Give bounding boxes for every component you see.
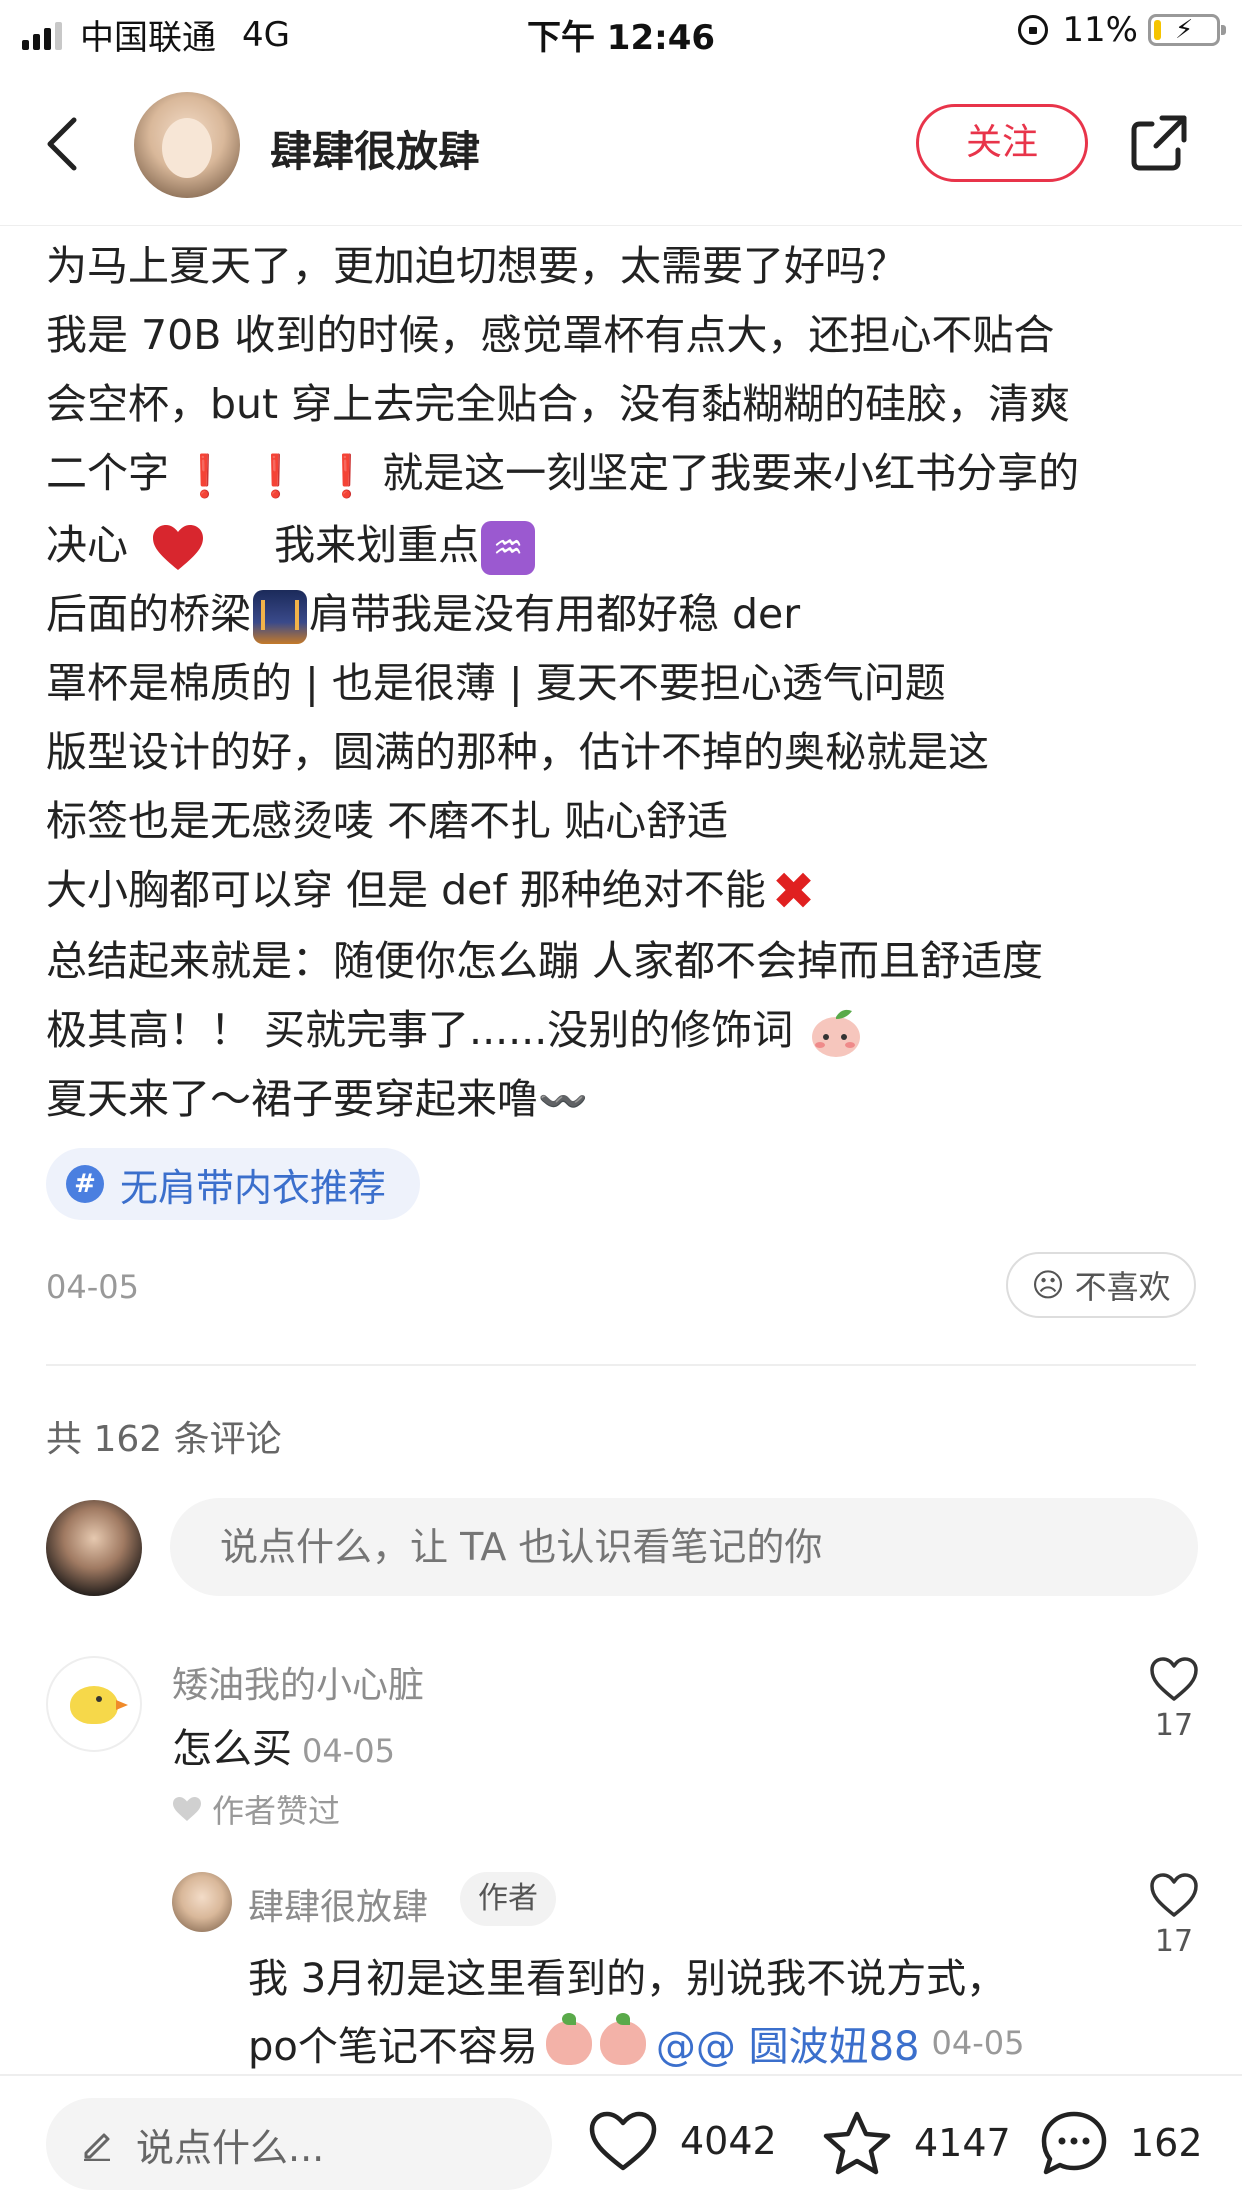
- comment-button[interactable]: 162: [1040, 2110, 1203, 2176]
- body-line: 极其高！！ 买就完事了......没别的修饰词: [46, 996, 1206, 1065]
- reply-body: po个笔记不容易: [248, 2024, 538, 2070]
- reply-like-count: 17: [1154, 1924, 1194, 1959]
- comment-date: 04-05: [302, 1732, 395, 1770]
- collect-button[interactable]: 4147: [822, 2110, 1011, 2176]
- body-line: 大小胸都可以穿 但是 def 那种绝对不能 ✖: [46, 856, 1206, 928]
- my-avatar: [46, 1500, 142, 1596]
- hashtag-label: 无肩带内衣推荐: [120, 1165, 387, 1210]
- reply-author-avatar[interactable]: [172, 1872, 232, 1932]
- reply-like-button[interactable]: 17: [1134, 1872, 1214, 1959]
- body-text: 夏天来了～裙子要穿起来噜: [46, 1075, 538, 1123]
- liked-by-author-badge: 作者赞过: [172, 1786, 340, 1832]
- dislike-button[interactable]: ☹ 不喜欢: [1006, 1252, 1196, 1318]
- speech-bubble-icon: [1041, 2111, 1107, 2175]
- pencil-icon: [84, 2133, 110, 2161]
- body-text: 极其高！！ 买就完事了......没别的修饰词: [46, 1006, 794, 1054]
- aquarius-emoji-icon: ♒: [481, 520, 536, 575]
- body-line: 后面的桥梁 肩带我是没有用都好稳 der: [46, 580, 1206, 649]
- body-text: 后面的桥梁: [46, 589, 251, 638]
- bottom-comment-input[interactable]: 说点什么...: [46, 2098, 552, 2190]
- sad-face-icon: ☹: [1031, 1266, 1065, 1304]
- battery-icon: ⚡: [1148, 14, 1226, 46]
- star-outline-icon: [823, 2111, 891, 2175]
- comment-like-button[interactable]: 17: [1134, 1656, 1214, 1743]
- body-line: 标签也是无感烫唛 不磨不扎 贴心舒适: [46, 796, 729, 845]
- comment-body: 怎么买: [172, 1726, 292, 1772]
- battery-fill: [1154, 20, 1161, 40]
- mention-link[interactable]: @@ 圆波妞88: [656, 2014, 920, 2072]
- body-line: 罩杯是棉质的 | 也是很薄 | 夏天不要担心透气问题: [46, 658, 946, 707]
- divider: [46, 1364, 1196, 1366]
- note-header: 肆肆很放肆 关注: [0, 66, 1242, 226]
- exclamation-emoji-icon: ❗: [179, 451, 231, 500]
- body-text: 大小胸都可以穿 但是 def 那种绝对不能: [46, 865, 766, 914]
- heart-filled-icon: [173, 1797, 201, 1821]
- comment-text[interactable]: 怎么买 04-05: [172, 1716, 395, 1774]
- reply-date: 04-05: [931, 2024, 1025, 2062]
- peach-sticker-icon: [599, 2013, 646, 2065]
- rotation-lock-icon: [1018, 15, 1049, 45]
- post-date: 04-05: [46, 1268, 139, 1306]
- follow-button[interactable]: 关注: [916, 104, 1088, 182]
- reply-text[interactable]: 我 3月初是这里看到的，别说我不说方式，: [248, 1946, 1006, 2004]
- reply-author-name[interactable]: 肆肆很放肆: [248, 1878, 428, 1930]
- cross-mark-emoji-icon: ✖: [771, 862, 816, 922]
- exclamation-emoji-icon: ❗: [321, 451, 373, 500]
- body-text: 就是这一刻坚定了我要来小红书分享的: [382, 449, 1080, 497]
- body-text: 二个字: [46, 449, 169, 497]
- bottom-action-bar: 说点什么... 4042 4147 162: [0, 2074, 1242, 2208]
- peach-sticker-icon: [545, 2013, 592, 2065]
- shy-peach-sticker-icon: [812, 1009, 861, 1057]
- body-line: 决心 我来划重点 ♒: [46, 511, 1206, 580]
- red-heart-emoji-icon: [153, 524, 204, 570]
- comment-like-count: 17: [1154, 1708, 1194, 1743]
- author-avatar[interactable]: [134, 92, 240, 198]
- hashtag-icon: #: [66, 1165, 104, 1203]
- heart-outline-icon: [589, 2111, 657, 2171]
- wavy-dash-emoji-icon: 〰️: [538, 1078, 588, 1125]
- note-body: 为马上夏天了，更加迫切想要，太需要了好吗？ 我是 70B 收到的时候，感觉罩杯有…: [46, 232, 1206, 1137]
- body-line: 夏天来了～裙子要穿起来噜〰️: [46, 1065, 1206, 1137]
- author-name[interactable]: 肆肆很放肆: [270, 118, 480, 179]
- exclamation-emoji-icon: ❗: [250, 451, 302, 500]
- commenter-avatar[interactable]: [46, 1656, 142, 1752]
- battery-percent: 11%: [1062, 10, 1138, 50]
- like-count: 4042: [680, 2119, 777, 2163]
- bridge-at-night-emoji-icon: [253, 589, 307, 644]
- body-line: 版型设计的好，圆满的那种，估计不掉的奥秘就是这: [46, 727, 989, 776]
- charging-bolt-icon: ⚡: [1175, 15, 1194, 45]
- dislike-label: 不喜欢: [1074, 1268, 1171, 1306]
- collect-count: 4147: [914, 2121, 1011, 2165]
- heart-outline-icon: [1150, 1657, 1198, 1701]
- bottom-input-placeholder: 说点什么...: [136, 2125, 325, 2170]
- heart-outline-icon: [1150, 1873, 1198, 1917]
- author-badge: 作者: [460, 1872, 556, 1926]
- reply-text[interactable]: po个笔记不容易 @@ 圆波妞88 04-05: [248, 2013, 1025, 2072]
- body-line: 二个字 ❗ ❗ ❗ 就是这一刻坚定了我要来小红书分享的: [46, 439, 1206, 511]
- comment-input[interactable]: [170, 1498, 1198, 1596]
- commenter-name[interactable]: 矮油我的小心脏: [172, 1656, 424, 1708]
- liked-by-author-label: 作者赞过: [212, 1792, 341, 1830]
- body-line: 为马上夏天了，更加迫切想要，太需要了好吗？: [46, 242, 907, 290]
- body-text: 决心: [46, 520, 128, 569]
- comment-count: 共 162 条评论: [46, 1419, 282, 1460]
- like-button[interactable]: 4042: [588, 2110, 777, 2172]
- body-text: 我来划重点: [274, 520, 480, 569]
- hashtag-chip[interactable]: # 无肩带内衣推荐: [46, 1148, 421, 1220]
- body-line: 总结起来就是：随便你怎么蹦 人家都不会掉而且舒适度: [46, 937, 1044, 985]
- chick-avatar-icon: [70, 1686, 128, 1724]
- status-right: 11% ⚡: [1018, 10, 1226, 50]
- comment-count-bottom: 162: [1130, 2121, 1203, 2165]
- body-line: 我是 70B 收到的时候，感觉罩杯有点大，还担心不贴合: [46, 311, 1055, 359]
- status-bar: 中国联通 4G 下午 12:46 11% ⚡: [0, 0, 1242, 62]
- share-icon[interactable]: [1128, 112, 1190, 174]
- body-line: 会空杯，but 穿上去完全贴合，没有黏糊糊的硅胶，清爽: [46, 380, 1071, 428]
- back-button[interactable]: [40, 114, 90, 174]
- body-text: 肩带我是没有用都好稳 der: [309, 589, 801, 638]
